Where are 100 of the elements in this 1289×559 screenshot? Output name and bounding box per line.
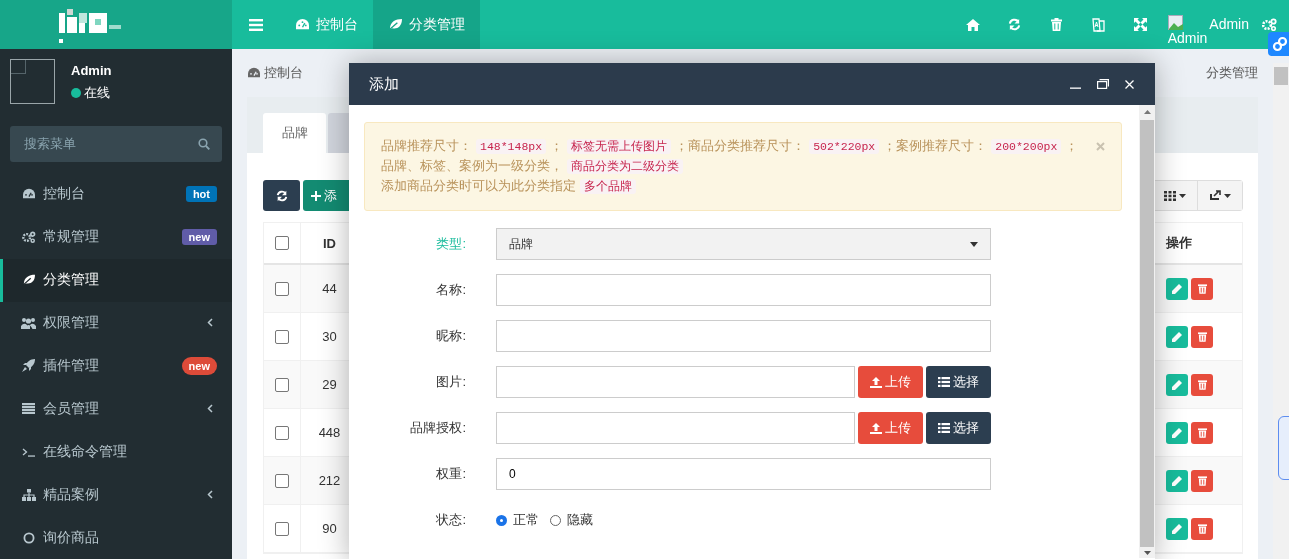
upload-button[interactable]: 上传 xyxy=(858,366,923,398)
table-cell-text: 44 xyxy=(321,281,338,296)
pencil-icon xyxy=(1172,475,1182,486)
radio-option[interactable]: 正常 xyxy=(496,511,539,529)
type-dropdown[interactable]: 品牌 xyxy=(496,228,991,260)
delete-button[interactable] xyxy=(1191,373,1213,396)
breadcrumb-link[interactable]: 控制台 xyxy=(264,64,303,82)
alert-text: 添加商品分类时可以为此分类指定 多个品牌 xyxy=(381,176,1096,196)
tab[interactable]: 品牌 xyxy=(263,113,326,153)
checkbox[interactable] xyxy=(275,377,289,392)
alert-text: 品牌推荐尺寸： 148*148px ； 标签无需上传图片 ；商品分类推荐尺寸： 502*220px ；案例推荐尺寸： 200*200px ； xyxy=(381,137,1080,156)
caret-icon xyxy=(1224,193,1231,198)
list-icon xyxy=(22,403,35,415)
grid-icon xyxy=(1164,190,1176,201)
delete-button[interactable] xyxy=(1191,421,1213,444)
alert-text: 品牌、标签、案例为一级分类， 商品分类为二级分类 xyxy=(381,156,1096,176)
pencil-icon xyxy=(1172,379,1182,390)
table-cell-text: 29 xyxy=(321,377,338,392)
choose-button[interactable]: 选择 xyxy=(926,412,991,444)
edit-button[interactable] xyxy=(1166,325,1188,348)
input-field[interactable] xyxy=(496,320,991,352)
dialog-title: 添加 xyxy=(369,74,399,94)
export-icon xyxy=(1209,190,1221,201)
table-cell-text: 30 xyxy=(321,329,338,344)
sidebar-item[interactable]: 精品案例 xyxy=(0,473,232,517)
checkbox[interactable] xyxy=(275,329,289,344)
leaf-icon xyxy=(21,274,36,287)
field-label: 状态: xyxy=(435,511,466,529)
hierarchy-icon xyxy=(21,488,36,501)
edit-button[interactable] xyxy=(1166,421,1188,444)
search-field[interactable]: 搜索菜单 xyxy=(10,125,222,162)
trash-icon xyxy=(1197,427,1207,438)
choose-button[interactable]: 选择 xyxy=(926,366,991,398)
refresh-icon xyxy=(275,189,288,202)
delete-button[interactable] xyxy=(1191,469,1213,492)
table-cell-text: 212 xyxy=(317,473,342,488)
sidebar-item[interactable]: 询价商品 xyxy=(0,516,232,559)
refresh-button[interactable] xyxy=(263,180,300,211)
trash-icon xyxy=(1197,331,1207,342)
edit-button[interactable] xyxy=(1166,469,1188,492)
checkbox[interactable] xyxy=(275,521,289,536)
columns-dropdown-button[interactable] xyxy=(1152,181,1197,210)
dashboard-icon xyxy=(21,188,36,201)
sidebar-item[interactable]: 分类管理 xyxy=(0,258,232,302)
radio-option[interactable]: 隐藏 xyxy=(550,511,593,529)
users-icon xyxy=(21,316,36,329)
trash-icon xyxy=(1197,379,1207,390)
input-field[interactable] xyxy=(496,412,855,444)
breadcrumb-current: 分类管理 xyxy=(1206,64,1258,82)
trash-icon xyxy=(1197,475,1207,486)
edit-button[interactable] xyxy=(1166,373,1188,396)
terminal-icon xyxy=(21,446,36,457)
checkbox[interactable] xyxy=(275,281,289,296)
caret-icon xyxy=(1179,193,1186,198)
online-status: 在线 xyxy=(84,84,110,102)
sidebar-item[interactable]: 控制台 hot xyxy=(0,172,232,216)
scroll-up-arrow-icon[interactable] xyxy=(1143,110,1151,114)
sidebar-item[interactable]: 在线命令管理 xyxy=(0,430,232,474)
checkbox[interactable] xyxy=(275,425,289,440)
edit-button[interactable] xyxy=(1166,277,1188,300)
menu-badge: new xyxy=(181,229,217,246)
field-label: 类型: xyxy=(435,235,466,253)
dashboard-icon xyxy=(295,18,310,31)
avatar-placeholder xyxy=(10,59,55,104)
pixelated-logo-icon xyxy=(59,8,123,45)
delete-button[interactable] xyxy=(1191,277,1213,300)
settings-icon[interactable] xyxy=(1261,17,1278,32)
sidebar-item[interactable]: 会员管理 xyxy=(0,387,232,431)
table-cell-text: 448 xyxy=(317,425,342,440)
delete-button[interactable] xyxy=(1191,325,1213,348)
checkbox[interactable] xyxy=(275,473,289,488)
pencil-icon xyxy=(1172,283,1182,294)
plus-icon xyxy=(311,190,321,201)
broken-image-icon xyxy=(1167,14,1184,31)
search-icon[interactable] xyxy=(198,137,210,150)
menu-badge: new xyxy=(181,356,217,375)
field-label: 权重: xyxy=(435,465,466,483)
sidebar-item[interactable]: 常规管理 new xyxy=(0,215,232,259)
sidebar-item[interactable]: 权限管理 xyxy=(0,301,232,345)
delete-button[interactable] xyxy=(1191,517,1213,540)
edit-button[interactable] xyxy=(1166,517,1188,540)
scroll-down-arrow-icon[interactable] xyxy=(1143,551,1151,555)
upload-button[interactable]: 上传 xyxy=(858,412,923,444)
menu-badge: hot xyxy=(185,186,217,203)
leaf-icon xyxy=(388,18,403,31)
trash-icon xyxy=(1197,523,1207,534)
user-name: Admin xyxy=(71,63,112,78)
input-field[interactable] xyxy=(496,274,991,306)
input-field[interactable] xyxy=(496,366,855,398)
field-label: 昵称: xyxy=(435,327,466,345)
input-field[interactable]: 0 xyxy=(496,458,991,490)
sidebar-item[interactable]: 插件管理 new xyxy=(0,344,232,388)
pencil-icon xyxy=(1172,523,1182,534)
export-dropdown-button[interactable] xyxy=(1197,181,1242,210)
link-icon[interactable] xyxy=(1268,32,1289,56)
checkbox[interactable] xyxy=(275,236,289,250)
caret-icon xyxy=(970,241,978,247)
scrollbar[interactable] xyxy=(1273,63,1289,559)
scrollbar[interactable] xyxy=(1139,105,1155,558)
column-header: 操作 xyxy=(1166,234,1192,252)
